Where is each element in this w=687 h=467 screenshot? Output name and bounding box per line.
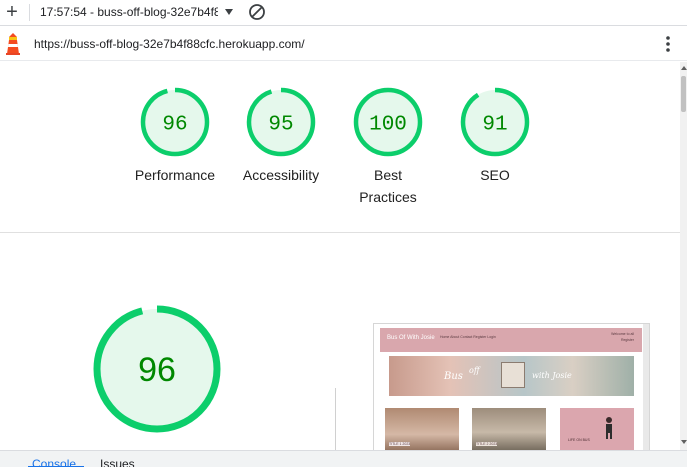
screenshot-navbar: Bus Of With Josie Home About Contact Reg…	[380, 328, 642, 352]
gauge-ring: 91	[460, 87, 530, 157]
gauge-label: Accessibility	[242, 167, 320, 183]
hero-text: Bus	[444, 371, 463, 382]
kebab-menu-icon[interactable]	[664, 34, 672, 54]
gauge-score: 95	[268, 114, 293, 137]
lighthouse-toolbar: + 17:57:54 - buss-off-blog-32e7b4f88cfc.…	[0, 0, 687, 26]
gauge-label-line: Best	[373, 167, 402, 183]
drawer-tabbar: Console Issues	[0, 450, 687, 467]
screenshot-post-card: TITLE 1 2023	[385, 408, 459, 450]
card-caption: TITLE 2 2023	[476, 442, 498, 446]
report-selector[interactable]: 17:57:54 - buss-off-blog-32e7b4f88cfc.he…	[40, 5, 236, 21]
tab-issues[interactable]: Issues	[100, 457, 135, 467]
screenshot-brand: Bus Of With Josie	[387, 335, 435, 341]
screenshot-nav-right: Welcome to all Register	[611, 331, 634, 343]
scroll-down-arrow-icon[interactable]	[681, 440, 687, 444]
page-scrollbar[interactable]	[680, 62, 687, 450]
screenshot-post-card: LIFE ON BUS	[560, 408, 634, 450]
audited-url[interactable]: https://buss-off-blog-32e7b4f88cfc.herok…	[34, 37, 305, 51]
metrics-divider	[335, 388, 336, 450]
toolbar-divider	[29, 4, 30, 21]
screenshot-nav-right-line: Register	[620, 338, 634, 342]
gauge-label: SEO	[480, 167, 510, 183]
report-content: 96 Performance 95 Accessibility 100 Best…	[0, 62, 680, 450]
bus-image	[501, 362, 525, 388]
hero-text: with Josie	[532, 371, 572, 380]
lighthouse-icon	[6, 33, 20, 55]
audited-url-bar: https://buss-off-blog-32e7b4f88cfc.herok…	[0, 27, 687, 61]
plus-icon[interactable]: +	[4, 2, 20, 22]
gauge-label: Best Practices	[338, 164, 438, 208]
clear-circle-icon[interactable]	[248, 3, 266, 21]
report-selector-label: 17:57:54 - buss-off-blog-32e7b4f88cfc.he…	[40, 5, 218, 19]
card-caption: LIFE ON BUS	[568, 438, 590, 442]
gauge-label: Performance	[134, 167, 216, 183]
screenshot-scrollbar	[643, 324, 649, 450]
hero-text: off	[469, 366, 480, 375]
screenshot-hero-banner: Bus off with Josie	[389, 356, 634, 396]
caret-down-icon	[225, 9, 233, 15]
screenshot-post-card: TITLE 2 2023	[472, 408, 546, 450]
gauge-score: 91	[482, 114, 507, 137]
gauge-best-practices[interactable]: 100 Best Practices	[338, 86, 438, 208]
gauge-score: 100	[369, 114, 407, 137]
performance-detail-gauge: 96	[93, 305, 221, 433]
gauge-performance[interactable]: 96 Performance	[125, 86, 225, 186]
final-screenshot[interactable]: Bus Of With Josie Home About Contact Reg…	[373, 323, 650, 450]
gauge-label-line: Practices	[359, 189, 417, 205]
gauge-score: 96	[162, 114, 187, 137]
scrollbar-thumb[interactable]	[681, 76, 686, 112]
gauge-accessibility[interactable]: 95 Accessibility	[231, 86, 331, 186]
figure-illustration	[606, 417, 612, 439]
gauge-ring: 96	[140, 87, 210, 157]
gauge-ring: 100	[353, 87, 423, 157]
gauge-seo[interactable]: 91 SEO	[445, 86, 545, 186]
screenshot-nav-links: Home About Contact Register Login	[440, 335, 496, 339]
gauge-ring: 95	[246, 87, 316, 157]
card-caption: TITLE 1 2023	[389, 442, 411, 446]
performance-detail-score: 96	[138, 351, 176, 389]
section-divider	[0, 232, 680, 233]
scroll-up-arrow-icon[interactable]	[681, 66, 687, 70]
